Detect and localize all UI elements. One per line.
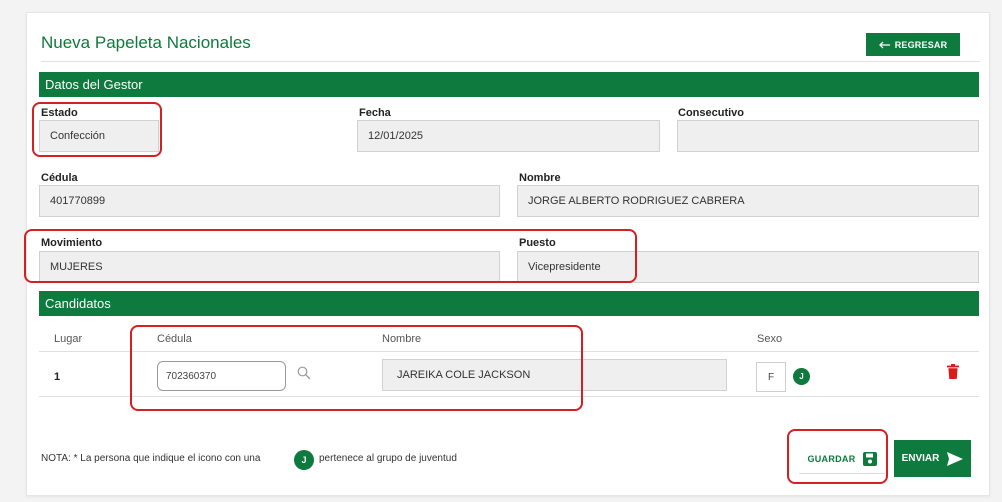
save-icon	[862, 451, 877, 466]
consecutivo-field	[677, 120, 979, 152]
candidate-cedula-input[interactable]	[157, 361, 286, 391]
estado-field: Confección	[39, 120, 159, 152]
junior-badge-icon: J	[294, 450, 314, 470]
table-row-divider	[39, 396, 979, 397]
column-header-cedula: Cédula	[157, 333, 192, 345]
column-header-sexo: Sexo	[757, 333, 783, 345]
column-header-nombre: Nombre	[382, 333, 422, 345]
table-header-divider	[39, 351, 979, 352]
send-button[interactable]: ENVIAR	[894, 440, 971, 477]
estado-label: Estado	[41, 107, 78, 119]
puesto-field: Vicepresidente	[517, 251, 979, 283]
back-button-label: REGRESAR	[894, 39, 948, 50]
puesto-label: Puesto	[519, 237, 556, 249]
save-button-label: GUARDAR	[807, 453, 856, 464]
fecha-field: 12/01/2025	[357, 120, 660, 152]
section-header-candidatos: Candidatos	[39, 291, 979, 316]
nota-text-suffix: pertenece al grupo de juventud	[319, 453, 457, 464]
back-button[interactable]: REGRESAR	[866, 33, 960, 56]
fecha-label: Fecha	[359, 107, 391, 119]
title-divider	[41, 61, 980, 62]
candidate-nombre-field: JAREIKA COLE JACKSON	[382, 359, 727, 391]
row-lugar: 1	[54, 371, 61, 383]
candidate-sexo-field: F	[756, 362, 786, 392]
cedula-label: Cédula	[41, 172, 78, 184]
save-button[interactable]: GUARDAR	[799, 444, 885, 474]
nota-text: NOTA: * La persona que indique el icono …	[41, 453, 261, 464]
section-header-datos-gestor: Datos del Gestor	[39, 72, 979, 97]
trash-icon[interactable]	[947, 364, 959, 379]
nombre-label: Nombre	[519, 172, 561, 184]
consecutivo-label: Consecutivo	[678, 107, 745, 119]
send-button-label: ENVIAR	[901, 453, 940, 464]
send-icon	[947, 451, 964, 466]
search-icon[interactable]	[297, 366, 311, 380]
arrow-left-icon	[878, 41, 890, 48]
cedula-field: 401770899	[39, 185, 500, 217]
nombre-field: JORGE ALBERTO RODRIGUEZ CABRERA	[517, 185, 979, 217]
movimiento-label: Movimiento	[41, 237, 103, 249]
junior-badge-icon: J	[793, 368, 810, 385]
column-header-lugar: Lugar	[54, 333, 83, 345]
page-title: Nueva Papeleta Nacionales	[41, 33, 251, 52]
movimiento-field: MUJERES	[39, 251, 500, 283]
